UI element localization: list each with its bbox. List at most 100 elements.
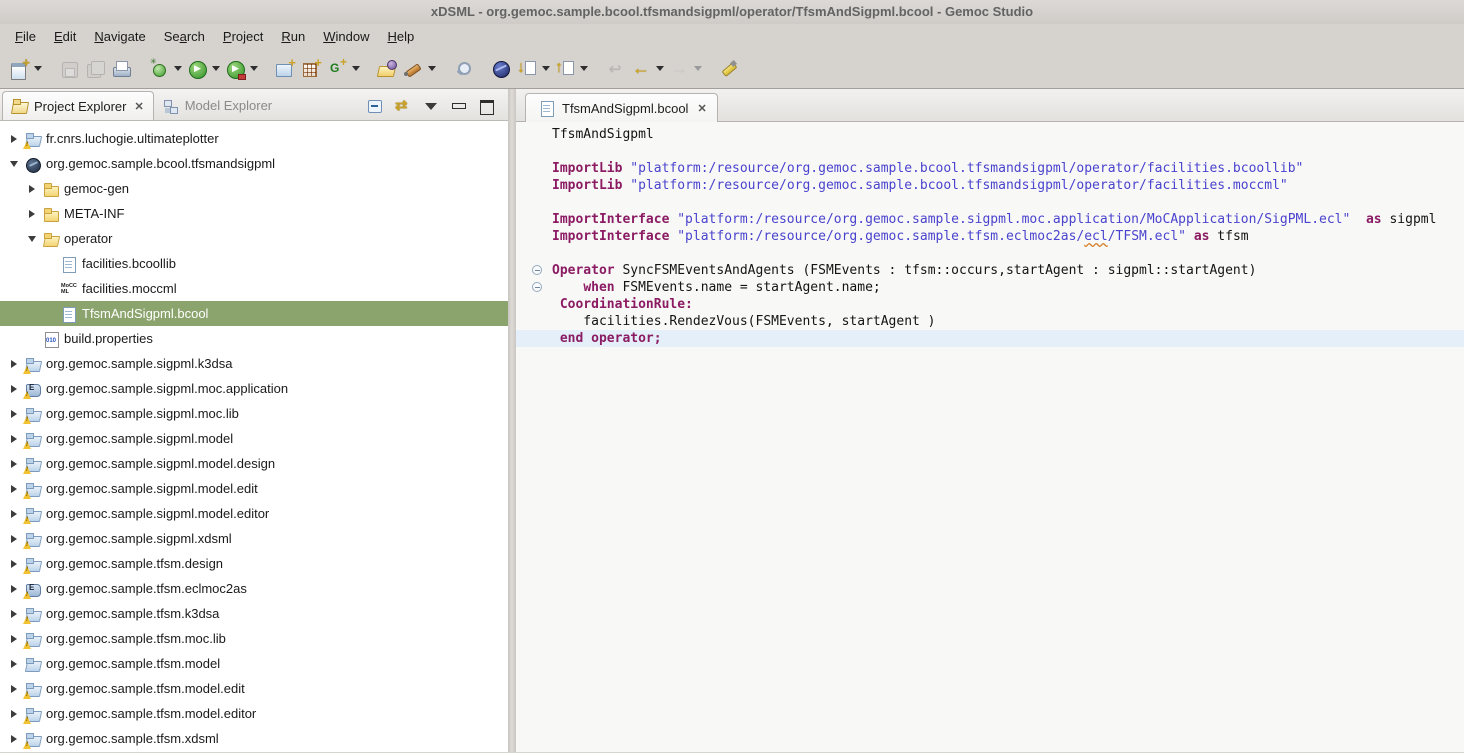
gemoc-engine-dropdown[interactable] [350, 55, 362, 83]
collapse-all-icon[interactable] [367, 99, 382, 113]
run-button[interactable] [184, 55, 210, 83]
external-tools-dropdown[interactable] [248, 55, 260, 83]
web-browser-button[interactable] [488, 55, 514, 83]
annotate-brush-button[interactable] [400, 55, 426, 83]
tree-item-org-gemoc-sample-sigpml-moc-lib[interactable]: org.gemoc.sample.sigpml.moc.lib [0, 401, 508, 426]
tab-tfsmandsigpml-bcool[interactable]: TfsmAndSigpml.bcool [525, 93, 718, 122]
code-line[interactable] [516, 245, 1464, 262]
code-line[interactable]: TfsmAndSigpml [516, 126, 1464, 143]
code-line[interactable]: ImportInterface "platform:/resource/org.… [516, 211, 1464, 228]
back-button[interactable] [628, 55, 654, 83]
tab-project-explorer[interactable]: Project Explorer [2, 91, 154, 120]
tree-item-org-gemoc-sample-tfsm-model-editor[interactable]: org.gemoc.sample.tfsm.model.editor [0, 701, 508, 726]
expander-icon[interactable] [6, 156, 22, 172]
new-grid-button[interactable] [298, 55, 324, 83]
expander-icon[interactable] [6, 706, 22, 722]
code-line[interactable]: facilities.RendezVous(FSMEvents, startAg… [516, 313, 1464, 330]
tree-item-facilities-bcoollib[interactable]: facilities.bcoollib [0, 251, 508, 276]
menu-edit[interactable]: Edit [45, 26, 85, 47]
close-icon[interactable] [697, 102, 706, 115]
code-line[interactable] [516, 143, 1464, 160]
expander-icon[interactable] [6, 456, 22, 472]
expander-icon[interactable] [6, 656, 22, 672]
tree-item-fr-cnrs-luchogie-ultimateplotter[interactable]: fr.cnrs.luchogie.ultimateplotter [0, 126, 508, 151]
tree-item-gemoc-gen[interactable]: gemoc-gen [0, 176, 508, 201]
save-all-button[interactable] [82, 55, 108, 83]
tree-item-org-gemoc-sample-sigpml-k3dsa[interactable]: org.gemoc.sample.sigpml.k3dsa [0, 351, 508, 376]
forward-button[interactable] [666, 55, 692, 83]
code-line[interactable]: ImportInterface "platform:/resource/org.… [516, 228, 1464, 245]
expander-icon[interactable] [6, 631, 22, 647]
expander-icon[interactable] [24, 206, 40, 222]
expander-icon[interactable] [6, 681, 22, 697]
tree-item-tfsmandsigpml-bcool[interactable]: TfsmAndSigpml.bcool [0, 301, 508, 326]
fold-collapse-icon[interactable] [532, 282, 542, 292]
fold-collapse-icon[interactable] [532, 265, 542, 275]
menu-run[interactable]: Run [272, 26, 314, 47]
tree-item-operator[interactable]: operator [0, 226, 508, 251]
code-editor[interactable]: TfsmAndSigpml ImportLib "platform:/resour… [516, 122, 1464, 752]
save-button[interactable] [56, 55, 82, 83]
tree-item-org-gemoc-sample-sigpml-model-design[interactable]: org.gemoc.sample.sigpml.model.design [0, 451, 508, 476]
code-line[interactable]: ImportLib "platform:/resource/org.gemoc.… [516, 160, 1464, 177]
tree-item-org-gemoc-sample-sigpml-model[interactable]: org.gemoc.sample.sigpml.model [0, 426, 508, 451]
expander-icon[interactable] [24, 231, 40, 247]
tree-item-org-gemoc-sample-sigpml-model-editor[interactable]: org.gemoc.sample.sigpml.model.editor [0, 501, 508, 526]
expander-icon[interactable] [6, 131, 22, 147]
tree-item-org-gemoc-sample-bcool-tfsmandsigpml[interactable]: org.gemoc.sample.bcool.tfsmandsigpml [0, 151, 508, 176]
menu-file[interactable]: File [6, 26, 45, 47]
code-line[interactable]: end operator; [516, 330, 1464, 347]
new-gemoc-project-button[interactable] [272, 55, 298, 83]
tree-item-org-gemoc-sample-sigpml-model-edit[interactable]: org.gemoc.sample.sigpml.model.edit [0, 476, 508, 501]
tab-model-explorer[interactable]: Model Explorer [154, 91, 281, 120]
next-annotation-dropdown[interactable] [540, 55, 552, 83]
previous-annotation-dropdown[interactable] [578, 55, 590, 83]
menu-search[interactable]: Search [155, 26, 214, 47]
last-edit-location-button[interactable] [602, 55, 628, 83]
expander-icon[interactable] [6, 431, 22, 447]
debug-button[interactable] [146, 55, 172, 83]
tree-item-org-gemoc-sample-tfsm-model-edit[interactable]: org.gemoc.sample.tfsm.model.edit [0, 676, 508, 701]
annotate-brush-dropdown[interactable] [426, 55, 438, 83]
minimize-icon[interactable] [451, 99, 466, 113]
tree-item-build-properties[interactable]: build.properties [0, 326, 508, 351]
print-button[interactable] [108, 55, 134, 83]
previous-annotation-button[interactable] [552, 55, 578, 83]
expander-icon[interactable] [6, 606, 22, 622]
code-line[interactable]: CoordinationRule: [516, 296, 1464, 313]
forward-dropdown[interactable] [692, 55, 704, 83]
expander-icon[interactable] [6, 556, 22, 572]
expander-icon[interactable] [6, 381, 22, 397]
open-artifact-button[interactable] [374, 55, 400, 83]
back-dropdown[interactable] [654, 55, 666, 83]
expander-icon[interactable] [6, 531, 22, 547]
new-wizard-dropdown[interactable] [32, 55, 44, 83]
expander-icon[interactable] [6, 406, 22, 422]
external-tools-button[interactable] [222, 55, 248, 83]
tree-item-org-gemoc-sample-sigpml-moc-application[interactable]: org.gemoc.sample.sigpml.moc.application [0, 376, 508, 401]
run-dropdown[interactable] [210, 55, 222, 83]
expander-icon[interactable] [24, 181, 40, 197]
code-line[interactable]: when FSMEvents.name = startAgent.name; [516, 279, 1464, 296]
tree-item-org-gemoc-sample-tfsm-moc-lib[interactable]: org.gemoc.sample.tfsm.moc.lib [0, 626, 508, 651]
code-line[interactable]: Operator SyncFSMEventsAndAgents (FSMEven… [516, 262, 1464, 279]
menu-project[interactable]: Project [214, 26, 272, 47]
close-icon[interactable] [134, 100, 143, 113]
tree-item-org-gemoc-sample-tfsm-design[interactable]: org.gemoc.sample.tfsm.design [0, 551, 508, 576]
tree-item-org-gemoc-sample-tfsm-k3dsa[interactable]: org.gemoc.sample.tfsm.k3dsa [0, 601, 508, 626]
expander-icon[interactable] [6, 506, 22, 522]
view-menu-icon[interactable] [423, 99, 438, 113]
expander-icon[interactable] [6, 356, 22, 372]
maximize-icon[interactable] [479, 99, 494, 113]
tree-item-org-gemoc-sample-sigpml-xdsml[interactable]: org.gemoc.sample.sigpml.xdsml [0, 526, 508, 551]
tree-item-org-gemoc-sample-tfsm-xdsml[interactable]: org.gemoc.sample.tfsm.xdsml [0, 726, 508, 751]
expander-icon[interactable] [6, 731, 22, 747]
tree-item-org-gemoc-sample-tfsm-eclmoc2as[interactable]: org.gemoc.sample.tfsm.eclmoc2as [0, 576, 508, 601]
new-wizard-button[interactable] [6, 55, 32, 83]
expander-icon[interactable] [6, 481, 22, 497]
next-annotation-button[interactable] [514, 55, 540, 83]
code-line[interactable]: ImportLib "platform:/resource/org.gemoc.… [516, 177, 1464, 194]
expander-icon[interactable] [6, 581, 22, 597]
tree-item-org-gemoc-sample-tfsm-model[interactable]: org.gemoc.sample.tfsm.model [0, 651, 508, 676]
search-button[interactable] [450, 55, 476, 83]
